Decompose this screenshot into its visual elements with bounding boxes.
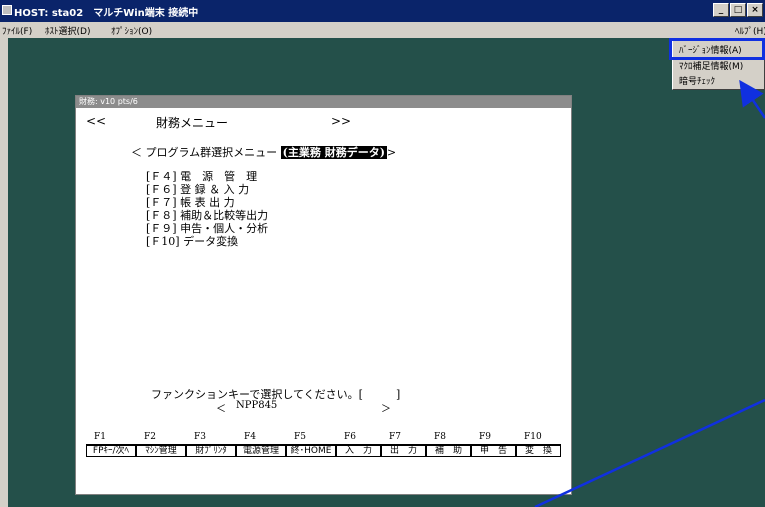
fkey-number: F7 [389, 432, 401, 442]
window-frame-left [0, 38, 8, 507]
prompt-left-mark: ＜ [216, 404, 226, 415]
fkey-number: F2 [144, 432, 156, 442]
menu-bar: ﾌｧｲﾙ(F) ﾎｽﾄ選択(D) ｵﾌﾟｼｮﾝ(O) ﾍﾙﾌﾟ(H) [0, 22, 765, 38]
minimize-button[interactable]: _ [713, 3, 729, 17]
fkey-number: F4 [244, 432, 256, 442]
terminal-title: 財務: v10 pts/6 [76, 96, 571, 108]
menu-host-select[interactable]: ﾎｽﾄ選択(D) [45, 24, 90, 37]
app-icon[interactable] [2, 5, 12, 15]
fkey-number: F8 [434, 432, 446, 442]
version-info-highlight [669, 38, 765, 60]
fkey-number: F6 [344, 432, 356, 442]
fkey-number: F1 [94, 432, 106, 442]
fkey-number: F10 [524, 432, 542, 442]
terminal-session-window[interactable]: 財務: v10 pts/6 << 財務メニュー >> ＜ プログラム群選択メニュ… [75, 95, 572, 495]
menu-options[interactable]: ｵﾌﾟｼｮﾝ(O) [111, 24, 152, 37]
fkey-f6-button[interactable]: 入 力 [336, 444, 381, 457]
menu-help[interactable]: ﾍﾙﾌﾟ(H) [735, 24, 765, 37]
close-button[interactable]: × [747, 3, 763, 17]
fkey-f9-button[interactable]: 申 告 [471, 444, 516, 457]
menu-item-macro-info[interactable]: ﾏｸﾛ補足情報(M) [679, 59, 743, 72]
prompt-right-mark: ＞ [381, 404, 391, 415]
program-code: NPP845 [236, 400, 278, 411]
window-title-bar[interactable]: HOST: sta02 マルチWin端末 接続中 _ □ × [0, 0, 765, 22]
option-f10-data-convert[interactable]: [Ｆ10] データ変換 [146, 233, 238, 249]
fkey-f2-button[interactable]: ﾏｼﾝ管理 [136, 444, 186, 457]
fkey-number: F9 [479, 432, 491, 442]
fkey-f7-button[interactable]: 出 力 [381, 444, 426, 457]
fkey-f1-button[interactable]: FPｷｰ/次ﾍ [86, 444, 136, 457]
prev-page-marker: << [86, 114, 107, 128]
window-title: HOST: sta02 マルチWin端末 接続中 [14, 8, 199, 19]
next-page-marker: >> [331, 114, 352, 128]
menu-tag: (主業務 財務データ) [280, 146, 387, 159]
fkey-f10-button[interactable]: 変 換 [516, 444, 561, 457]
menu-title: ＜ プログラム群選択メニュー (主業務 財務データ) > [131, 146, 397, 159]
maximize-button[interactable]: □ [730, 3, 746, 17]
fkey-f4-button[interactable]: 電源管理 [236, 444, 286, 457]
screen-title: 財務メニュー [156, 116, 229, 130]
fkey-number: F3 [194, 432, 206, 442]
menu-item-crypto-check[interactable]: 暗号ﾁｪｯｸ [679, 74, 715, 87]
fkey-f5-button[interactable]: 終･HOME [286, 444, 336, 457]
fkey-number: F5 [294, 432, 306, 442]
fkey-f8-button[interactable]: 補 助 [426, 444, 471, 457]
menu-file[interactable]: ﾌｧｲﾙ(F) [2, 24, 32, 37]
fkey-f3-button[interactable]: 財ﾌﾟﾘﾝﾀ [186, 444, 236, 457]
